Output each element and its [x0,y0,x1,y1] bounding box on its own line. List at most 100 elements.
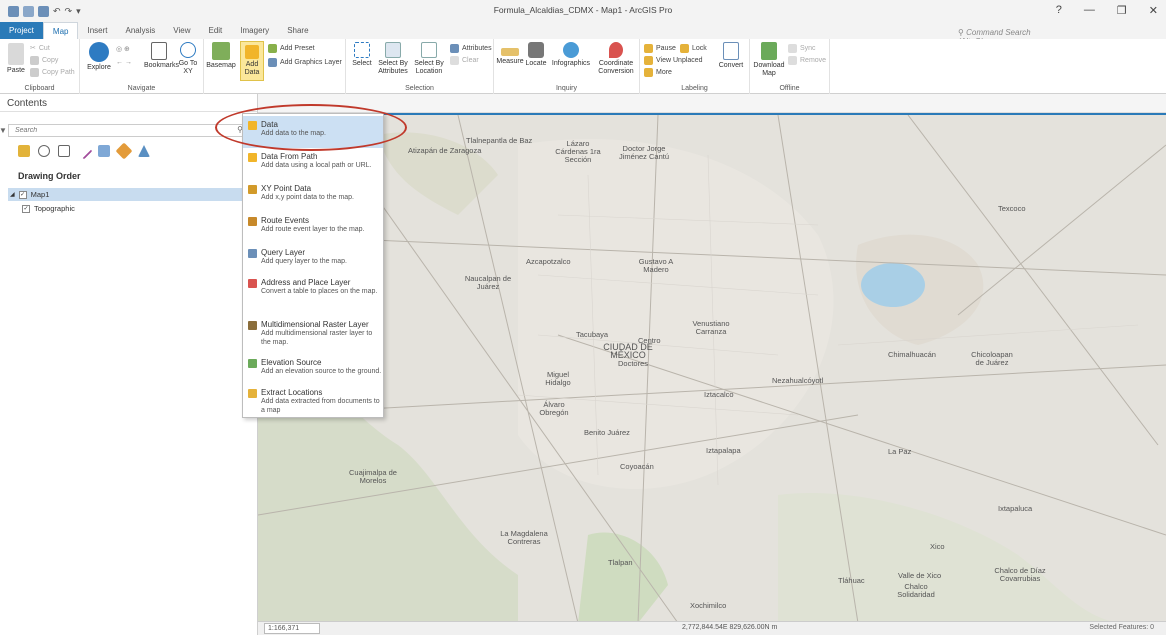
label-lapaz: La Paz [888,447,912,456]
bookmarks-button[interactable]: Bookmarks [144,42,179,70]
select-by-location-button[interactable]: Select By Location [412,42,446,76]
label-xico: Xico [930,542,945,551]
save-icon[interactable] [38,5,49,17]
select-label: Select [352,60,372,67]
nav-arrows[interactable]: ← → [116,59,132,66]
tab-view[interactable]: View [164,22,199,39]
list-by-snapping-icon[interactable] [98,145,110,157]
offline-group: Download Map Sync Remove Offline [750,39,830,94]
menu-item-query-layer[interactable]: Query Layer Add query layer to the map. [243,248,383,267]
layer-checkbox[interactable]: ✓ [22,204,30,213]
measure-button[interactable]: Measure [496,42,524,66]
measure-label: Measure [496,58,524,65]
tab-analysis[interactable]: Analysis [116,22,164,39]
basemap-button[interactable]: Basemap [206,42,236,70]
water-body [861,263,925,307]
menu-item-desc: Add x,y point data to the map. [261,194,355,201]
contents-search[interactable]: ▼ ⚲ [0,124,246,137]
more-icon [644,68,653,77]
lock-button[interactable]: Lock [680,44,707,53]
clear-button[interactable]: Clear [450,56,479,65]
open-project-icon[interactable] [23,5,34,17]
label-chicoloapan: Chicoloapan de Juárez [971,350,1013,367]
cut-button[interactable]: ✂ Cut [30,44,50,53]
view-unplaced-icon [644,56,653,65]
list-by-labeling-icon[interactable] [115,142,133,160]
locate-button[interactable]: Locate [524,42,548,68]
attributes-button[interactable]: Attributes [450,44,492,53]
list-by-source-icon[interactable] [38,145,50,157]
customize-qat-icon[interactable]: ▾ [76,6,81,17]
tab-insert[interactable]: Insert [78,22,116,39]
convert-button[interactable]: Convert [716,42,746,70]
collapse-icon[interactable]: ◢ [10,191,15,198]
maximize-icon[interactable]: ❐ [1117,4,1127,17]
copy-path-button[interactable]: Copy Path [30,68,75,77]
go-to-xy-button[interactable]: Go To XY [176,42,200,76]
select-by-attributes-button[interactable]: Select By Attributes [376,42,410,76]
menu-item-extract-locations[interactable]: Extract Locations Add data extracted fro… [243,388,383,415]
convert-label: Convert [718,62,744,69]
select-button[interactable]: Select [350,42,374,68]
tab-map[interactable]: Map [42,22,79,39]
download-map-button[interactable]: Download Map [752,42,786,78]
pause-button[interactable]: Pause [644,44,676,53]
list-by-perspective-icon[interactable] [138,145,150,157]
map-view[interactable]: Tlalnepantla de Baz Atizapán de Zaragoza… [258,113,1166,621]
selected-features[interactable]: Selected Features: 0 [1089,624,1154,631]
tab-edit[interactable]: Edit [199,22,231,39]
view-unplaced-button[interactable]: View Unplaced [644,56,703,65]
help-icon[interactable]: ? [1056,4,1062,17]
menu-item-xy-point-data[interactable]: XY Point Data Add x,y point data to the … [243,184,383,203]
infographics-button[interactable]: Infographics [550,42,592,68]
sync-icon [788,44,797,53]
copy-button[interactable]: Copy [30,56,58,65]
list-by-drawing-order-icon[interactable] [18,145,30,157]
add-data-button[interactable]: Add Data [240,41,264,81]
redo-icon[interactable]: ↷ [65,6,73,17]
map-tab-strip [258,94,1166,113]
elevation-icon [248,359,257,368]
sync-button[interactable]: Sync [788,44,816,53]
add-data-menu: Data Add data to the map. Data From Path… [242,113,384,418]
layer-item[interactable]: ✓ Topographic [22,204,75,213]
menu-item-data-from-path[interactable]: Data From Path Add data using a local pa… [243,152,383,171]
tab-share[interactable]: Share [278,22,317,39]
more-button[interactable]: More [644,68,672,77]
label-ixtapaluca: Ixtapaluca [998,504,1033,513]
undo-icon[interactable]: ↶ [53,6,61,17]
map-item[interactable]: ◢ ✓ Map1 [8,188,250,201]
explore-button[interactable]: Explore [86,42,112,72]
nav-tools[interactable]: ◎ ⊕ [116,45,130,53]
add-preset-button[interactable]: Add Preset [268,44,315,53]
add-preset-label: Add Preset [280,45,315,52]
paste-icon [8,43,24,65]
menu-item-multidimensional-raster[interactable]: Multidimensional Raster Layer Add multid… [243,320,383,347]
view-unplaced-label: View Unplaced [656,57,703,64]
map-item-label: Map1 [30,190,50,199]
filter-icon[interactable]: ▼ [0,126,7,135]
remove-button[interactable]: Remove [788,56,826,65]
ruler-icon [501,48,519,56]
menu-item-elevation-source[interactable]: Elevation Source Add an elevation source… [243,358,383,377]
copy-icon [30,56,39,65]
coordinate-conversion-button[interactable]: Coordinate Conversion [594,42,638,76]
scale-selector[interactable]: 1:166,371 [264,623,320,634]
list-by-editing-icon[interactable] [75,142,93,160]
close-icon[interactable]: ✕ [1149,4,1158,17]
tab-project[interactable]: Project [0,22,43,39]
contents-search-input[interactable] [15,127,215,134]
new-project-icon[interactable] [8,5,19,17]
map-checkbox[interactable]: ✓ [18,190,27,199]
list-by-selection-icon[interactable] [58,145,70,157]
clipboard-label: Clipboard [24,85,55,92]
tab-imagery[interactable]: Imagery [231,22,278,39]
menu-item-route-events[interactable]: Route Events Add route event layer to th… [243,216,383,235]
menu-item-address-place-layer[interactable]: Address and Place Layer Convert a table … [243,278,383,297]
paste-button[interactable]: Paste [4,43,28,75]
menu-item-desc: Add route event layer to the map. [261,226,365,233]
clear-label: Clear [462,57,479,64]
add-graphics-layer-button[interactable]: Add Graphics Layer [268,58,342,67]
highlight-oval-annotation [215,104,407,151]
minimize-icon[interactable]: — [1084,4,1095,17]
